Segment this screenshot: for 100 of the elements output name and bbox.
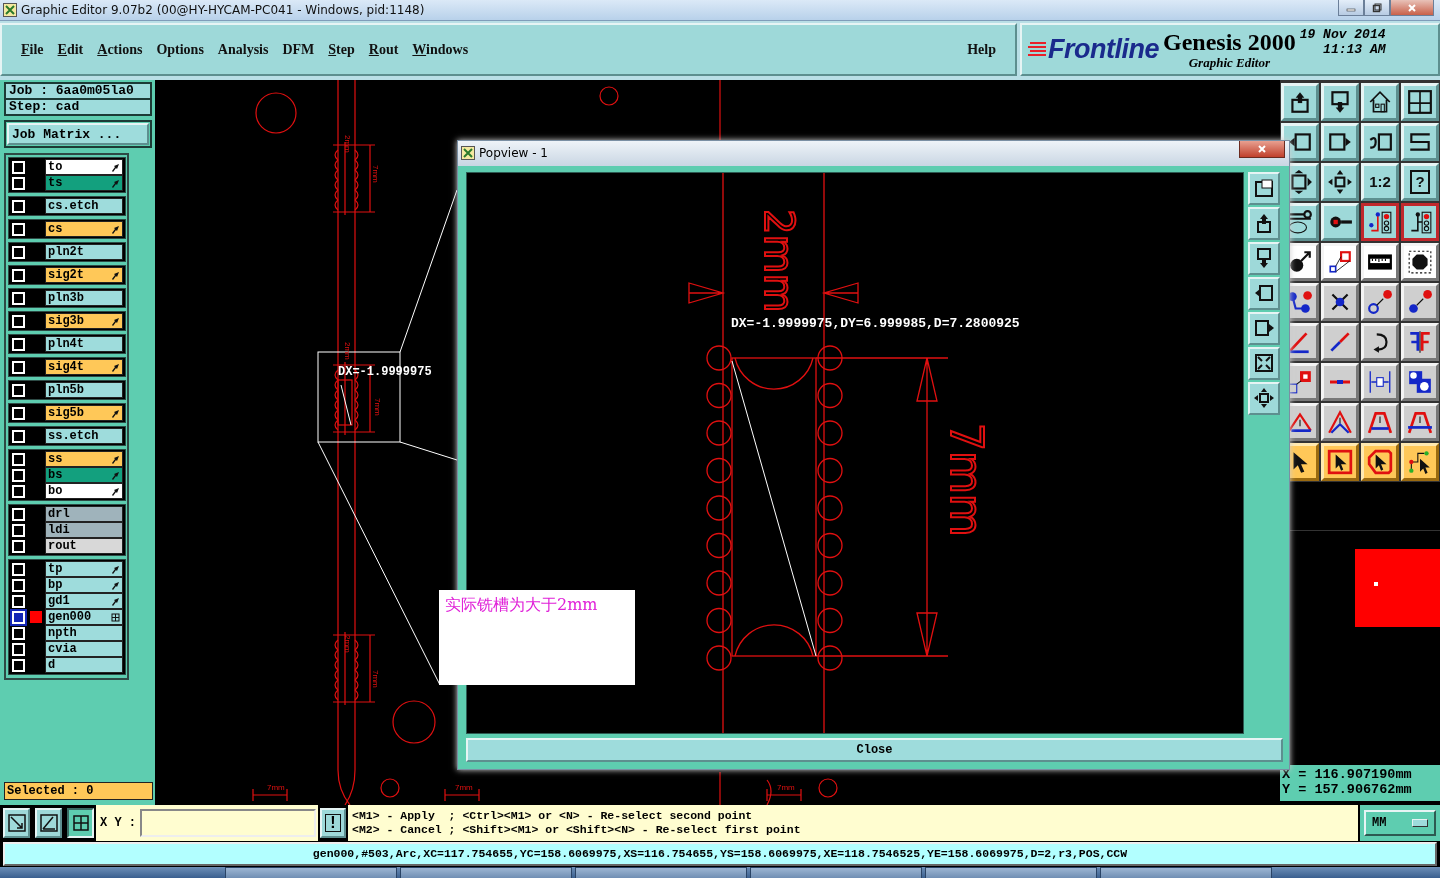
layer-name[interactable]: sig4t — [45, 359, 123, 376]
right-arrow-box-button[interactable] — [1248, 311, 1280, 345]
zoom-tool-button[interactable] — [3, 808, 30, 839]
menu-item[interactable]: Actions — [90, 41, 150, 58]
layer-name[interactable]: npth — [45, 625, 123, 642]
house-tool-button[interactable] — [1361, 83, 1399, 122]
right-arrow-box-tool-button[interactable] — [1321, 123, 1359, 162]
layer-name[interactable]: to — [45, 159, 123, 176]
window-grid-tool-button[interactable] — [1401, 83, 1439, 122]
layer-checkbox[interactable] — [12, 468, 25, 482]
menu-item[interactable]: DFM — [275, 41, 322, 58]
layer-checkbox[interactable] — [12, 642, 25, 656]
zoom-window-button[interactable] — [1248, 171, 1280, 205]
pad-connection-tool-button[interactable] — [1321, 243, 1359, 282]
circuit-tool-button[interactable] — [1401, 203, 1439, 242]
point-arrow-tool-button[interactable] — [1401, 283, 1439, 322]
job-matrix-button[interactable]: Job Matrix ... — [7, 123, 149, 146]
menu-item[interactable]: File — [14, 41, 51, 58]
layer-name[interactable]: ss.etch — [45, 428, 123, 445]
layer-checkbox[interactable] — [12, 222, 25, 236]
layer-name[interactable]: rout — [45, 538, 123, 555]
pad-line-tool-button[interactable] — [1321, 203, 1359, 242]
layer-checkbox[interactable] — [12, 360, 25, 374]
angle-tool-button[interactable] — [35, 808, 62, 839]
tool-button[interactable]: ? — [1401, 163, 1439, 202]
menu-item[interactable]: Analysis — [210, 41, 276, 58]
layer-name[interactable]: sig3b — [45, 313, 123, 330]
units-dropdown[interactable]: MM — [1364, 810, 1436, 837]
coordinate-input-field[interactable] — [140, 809, 316, 838]
layer-checkbox[interactable] — [12, 626, 25, 640]
layer-checkbox[interactable] — [12, 268, 25, 282]
shapes-tool-button[interactable] — [1401, 363, 1439, 402]
layer-checkbox[interactable] — [12, 562, 25, 576]
layer-checkbox[interactable] — [12, 658, 25, 672]
layer-name[interactable]: bs — [45, 467, 123, 484]
horizontal-line-tool-button[interactable] — [1321, 363, 1359, 402]
download-box-tool-button[interactable] — [1321, 83, 1359, 122]
layer-checkbox[interactable] — [12, 383, 25, 397]
circuit-tool-button[interactable] — [1361, 203, 1399, 242]
layer-name[interactable]: cvia — [45, 641, 123, 658]
layer-name[interactable]: pln3b — [45, 290, 123, 307]
cross-pad-tool-button[interactable] — [1321, 283, 1359, 322]
ruler-tool-button[interactable] — [1361, 243, 1399, 282]
layer-checkbox[interactable] — [12, 523, 25, 537]
alert-button[interactable]: ! — [320, 808, 346, 839]
layer-checkbox[interactable] — [12, 610, 25, 624]
menu-item[interactable]: Rout — [361, 41, 406, 58]
s-curve-tool-button[interactable] — [1401, 123, 1439, 162]
menu-item[interactable]: Windows — [405, 41, 476, 58]
upload-box-tool-button[interactable] — [1281, 83, 1319, 122]
layer-name[interactable]: pln2t — [45, 244, 123, 261]
layer-name[interactable]: pln5b — [45, 382, 123, 399]
layer-name[interactable]: bp — [45, 577, 123, 594]
layer-checkbox[interactable] — [12, 199, 25, 213]
layer-name[interactable]: tp — [45, 561, 123, 578]
layer-name[interactable]: pln4t — [45, 336, 123, 353]
menu-item[interactable]: Options — [149, 41, 211, 58]
layer-name[interactable]: sig2t — [45, 267, 123, 284]
rotate-arrow-tool-button[interactable] — [1361, 323, 1399, 362]
layer-name[interactable]: bo — [45, 483, 123, 500]
layer-checkbox[interactable] — [12, 291, 25, 305]
layer-name[interactable]: sig5b — [45, 405, 123, 422]
grid-tool-button[interactable] — [67, 808, 94, 839]
layer-name[interactable]: d — [45, 657, 123, 674]
tool-button[interactable]: 1:2 — [1361, 163, 1399, 202]
move-all-tool-button[interactable] — [1321, 163, 1359, 202]
layer-checkbox[interactable] — [12, 160, 25, 174]
fit-screen-button[interactable] — [1248, 346, 1280, 380]
maximize-button[interactable] — [1364, 0, 1390, 16]
layer-name[interactable]: drl — [45, 506, 123, 523]
layer-checkbox[interactable] — [12, 176, 25, 190]
point-arrow-tool-button[interactable] — [1361, 283, 1399, 322]
triangle-tool-button[interactable] — [1401, 403, 1439, 442]
layer-checkbox[interactable] — [12, 337, 25, 351]
layer-name[interactable]: cs — [45, 221, 123, 238]
layer-checkbox[interactable] — [12, 578, 25, 592]
layer-checkbox[interactable] — [12, 452, 25, 466]
layer-checkbox[interactable] — [12, 245, 25, 259]
layer-name[interactable]: gen000 — [45, 609, 123, 626]
layer-name[interactable]: ts — [45, 175, 123, 192]
layer-checkbox[interactable] — [12, 429, 25, 443]
close-button[interactable] — [1239, 141, 1285, 158]
cursor-path-tool-button[interactable] — [1401, 443, 1439, 482]
layer-checkbox[interactable] — [12, 484, 25, 498]
layer-checkbox[interactable] — [12, 406, 25, 420]
close-popview-button[interactable]: Close — [466, 737, 1283, 762]
cursor-octagon-tool-button[interactable] — [1361, 443, 1399, 482]
layer-checkbox[interactable] — [12, 539, 25, 553]
layer-name[interactable]: ldi — [45, 522, 123, 539]
layer-checkbox[interactable] — [12, 594, 25, 608]
triangle-tool-button[interactable] — [1361, 403, 1399, 442]
layer-name[interactable]: cs.etch — [45, 198, 123, 215]
move-all-button[interactable] — [1248, 381, 1280, 415]
diagonal-line-tool-button[interactable] — [1321, 323, 1359, 362]
layer-checkbox[interactable] — [12, 314, 25, 328]
octagon-tool-button[interactable] — [1401, 243, 1439, 282]
layer-name[interactable]: gd1 — [45, 593, 123, 610]
triangle-tool-button[interactable] — [1321, 403, 1359, 442]
upload-box-button[interactable] — [1248, 206, 1280, 240]
layer-name[interactable]: ss — [45, 451, 123, 468]
